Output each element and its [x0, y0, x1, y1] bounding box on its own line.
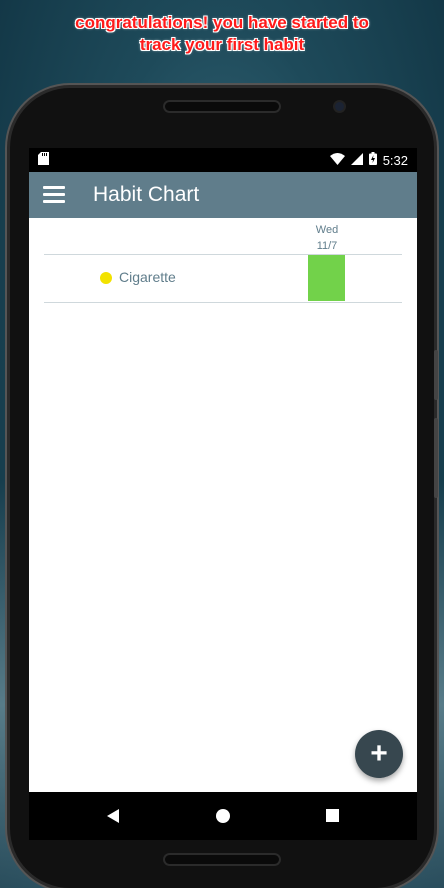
status-time: 5:32	[382, 152, 408, 168]
hamburger-menu-icon[interactable]	[43, 186, 65, 204]
home-icon[interactable]	[216, 809, 230, 823]
top-speaker	[163, 100, 281, 113]
page-title: Habit Chart	[93, 183, 200, 206]
congratulations-caption: congratulations! you have started to tra…	[0, 12, 444, 56]
status-bar: 5:32	[29, 148, 417, 172]
habit-day-cell-done[interactable]	[308, 255, 345, 301]
screen: 5:32 Habit Chart Wed 11/7 Cigarette +	[29, 148, 417, 840]
wifi-icon	[329, 152, 345, 168]
date-column-day: Wed	[315, 224, 339, 236]
cell-signal-icon	[350, 152, 363, 168]
app-bar: Habit Chart	[29, 172, 417, 218]
phone-frame: 5:32 Habit Chart Wed 11/7 Cigarette +	[10, 88, 438, 888]
habit-name: Cigarette	[119, 269, 176, 285]
add-habit-button[interactable]: +	[355, 730, 403, 778]
caption-line-1: congratulations! you have started to	[75, 13, 369, 32]
habit-row[interactable]: Cigarette	[44, 254, 402, 301]
back-icon[interactable]	[107, 809, 119, 823]
battery-charging-icon	[368, 152, 377, 168]
navigation-bar	[29, 792, 417, 840]
row-divider	[44, 302, 402, 303]
recents-icon[interactable]	[326, 809, 339, 822]
date-column-header: Wed 11/7	[308, 222, 346, 254]
bottom-speaker	[163, 853, 281, 866]
add-icon: +	[370, 737, 388, 770]
habit-color-dot	[100, 272, 112, 284]
power-button	[434, 418, 438, 498]
date-column-date: 11/7	[316, 240, 338, 252]
volume-button	[434, 350, 438, 400]
caption-line-2: track your first habit	[139, 35, 305, 54]
sd-card-icon	[38, 152, 49, 168]
front-camera	[335, 102, 344, 111]
